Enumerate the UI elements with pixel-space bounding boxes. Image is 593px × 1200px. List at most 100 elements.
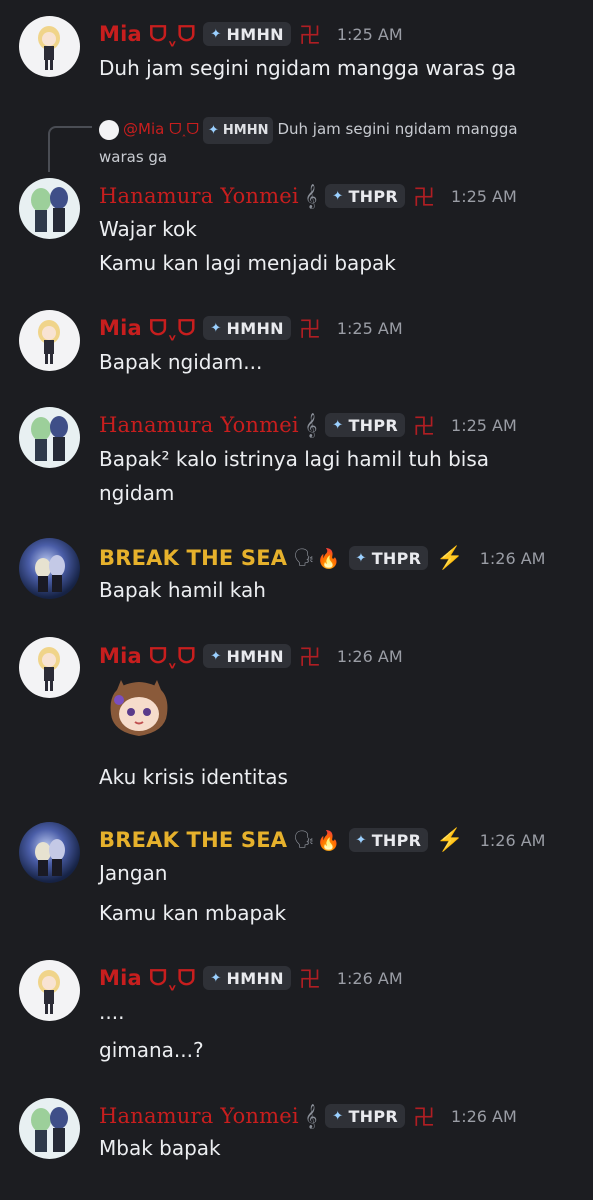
message-line: Bapak ngidam...: [99, 350, 263, 374]
server-tag[interactable]: ✦ HMHN: [203, 22, 291, 46]
reply-author[interactable]: @Mia ᗜ˰ᗜ: [123, 120, 199, 138]
diamond-icon: ✦: [332, 188, 344, 204]
diamond-icon: ✦: [210, 26, 222, 42]
server-tag[interactable]: ✦ THPR: [348, 828, 429, 852]
avatar-mia-image: [38, 970, 60, 1014]
server-tag-label: HMHN: [226, 318, 284, 338]
author-name[interactable]: BREAK THE SEA: [99, 828, 287, 852]
author-name[interactable]: Mia ᗜˬᗜ: [99, 966, 195, 991]
message-line: Jangan: [99, 861, 168, 885]
author-name[interactable]: Mia ᗜˬᗜ: [99, 22, 195, 47]
avatar-mia[interactable]: [19, 960, 80, 1021]
server-tag[interactable]: ✦ HMHN: [203, 316, 291, 340]
server-tag[interactable]: ✦ THPR: [325, 1104, 406, 1128]
author-name[interactable]: Mia ᗜˬᗜ: [99, 316, 195, 341]
timestamp: 1:25 AM: [451, 415, 517, 435]
avatar-break-the-sea[interactable]: [19, 822, 80, 883]
author-name[interactable]: BREAK THE SEA: [99, 546, 287, 570]
message-content: Duh jam segini ngidam mangga waras ga: [99, 51, 573, 85]
message-line: Aku krisis identitas: [99, 765, 288, 789]
role-badge-icon: 卍: [413, 1106, 436, 1131]
message-line: Bapak² kalo istrinya lagi hamil tuh bisa: [99, 447, 490, 471]
server-tag[interactable]: ✦ THPR: [348, 546, 429, 570]
message-line: Kamu kan lagi menjadi bapak: [99, 251, 396, 275]
server-tag-label: THPR: [348, 415, 399, 435]
reply-server-tag-label: HMHN: [222, 123, 269, 138]
server-tag[interactable]: ✦ HMHN: [203, 644, 291, 668]
server-tag-label: HMHN: [226, 24, 284, 44]
avatar-mia-image: [38, 320, 60, 364]
message-line: Wajar kok: [99, 217, 197, 241]
role-badge-icon: 卍: [298, 24, 321, 49]
avatar-hanamura[interactable]: [19, 407, 80, 468]
diamond-icon: ✦: [207, 123, 219, 138]
avatar-mia[interactable]: [19, 16, 80, 77]
diamond-icon: ✦: [332, 417, 344, 433]
avatar-hanamura-image: [31, 416, 68, 461]
role-badge-icon: 卍: [298, 318, 321, 343]
reply-connector: [48, 126, 92, 172]
timestamp: 1:26 AM: [479, 548, 546, 568]
diamond-icon: ✦: [355, 832, 367, 848]
avatar-mia-image: [38, 26, 60, 70]
author-name[interactable]: Hanamura Yonmei: [99, 413, 299, 437]
timestamp: 1:26 AM: [336, 968, 403, 988]
fire-icon: 🔥: [316, 547, 341, 570]
server-tag-label: HMHN: [226, 646, 284, 666]
timestamp: 1:25 AM: [451, 186, 517, 206]
server-tag-label: THPR: [348, 1106, 399, 1126]
message-header: Mia ᗜˬᗜ ✦ HMHN 卍 1:25 AM: [99, 313, 403, 344]
reply-preview[interactable]: @Mia ᗜ˰ᗜ ✦ HMHN Duh jam segini ngidam mangg…: [99, 116, 563, 171]
message-header: BREAK THE SEA 🗣 🔥 ✦ THPR ⚡ 1:26 AM: [99, 825, 545, 855]
chibi-girl-sticker-image: [110, 680, 168, 736]
speaking-head-icon: 🗣: [293, 830, 315, 850]
speaking-head-icon: 🗣: [293, 548, 315, 568]
reply-avatar: [99, 119, 119, 140]
timestamp: 1:26 AM: [451, 1106, 517, 1126]
diamond-icon: ✦: [210, 970, 222, 986]
avatar-mia[interactable]: [19, 310, 80, 371]
avatar-hanamura[interactable]: [19, 178, 80, 239]
diamond-icon: ✦: [332, 1108, 344, 1124]
diamond-icon: ✦: [210, 648, 222, 664]
message-content: Bapak hamil kah: [99, 573, 573, 607]
diamond-icon: ✦: [355, 550, 367, 566]
author-name[interactable]: Mia ᗜˬᗜ: [99, 644, 195, 669]
fire-icon: 🔥: [316, 829, 341, 852]
role-badge-icon: 卍: [298, 646, 321, 671]
role-badge-icon: 卍: [298, 968, 321, 993]
timestamp: 1:26 AM: [336, 646, 403, 666]
author-name[interactable]: Hanamura Yonmei: [99, 184, 299, 208]
chibi-girl-sticker[interactable]: [99, 674, 179, 746]
server-tag[interactable]: ✦ HMHN: [203, 966, 291, 990]
avatar-break-the-sea[interactable]: [19, 538, 80, 599]
author-name[interactable]: Hanamura Yonmei: [99, 1104, 299, 1128]
message-content: Mbak bapak: [99, 1131, 573, 1165]
server-tag[interactable]: ✦ THPR: [325, 184, 406, 208]
message-line: ngidam: [99, 481, 175, 505]
message-header: Hanamura Yonmei 𝄞 ✦ THPR 卍 1:25 AM: [99, 181, 517, 212]
server-tag-label: THPR: [348, 186, 399, 206]
server-tag-label: THPR: [371, 548, 422, 568]
message-header: Hanamura Yonmei 𝄞 ✦ THPR 卍 1:26 AM: [99, 1101, 517, 1132]
message-line: Mbak bapak: [99, 1136, 221, 1160]
message-header: Hanamura Yonmei 𝄞 ✦ THPR 卍 1:25 AM: [99, 410, 517, 441]
message-line: ....: [99, 1000, 125, 1024]
avatar-mia[interactable]: [19, 637, 80, 698]
message-header: Mia ᗜˬᗜ ✦ HMHN 卍 1:26 AM: [99, 641, 403, 672]
avatar-break-the-sea-image: [35, 839, 65, 876]
message-line: Bapak hamil kah: [99, 578, 266, 602]
timestamp: 1:25 AM: [336, 318, 403, 338]
server-tag[interactable]: ✦ THPR: [325, 413, 406, 437]
reply-server-tag: ✦ HMHN: [202, 117, 274, 144]
diamond-icon: ✦: [210, 320, 222, 336]
avatar-hanamura-image: [31, 1107, 68, 1152]
music-note-icon: 𝄞: [304, 183, 318, 208]
server-tag-label: HMHN: [226, 968, 284, 988]
avatar-mia-image: [38, 647, 60, 691]
role-badge-icon: ⚡: [436, 827, 464, 853]
timestamp: 1:25 AM: [336, 24, 403, 44]
timestamp: 1:26 AM: [479, 830, 546, 850]
avatar-break-the-sea-image: [35, 555, 65, 592]
avatar-hanamura[interactable]: [19, 1098, 80, 1159]
